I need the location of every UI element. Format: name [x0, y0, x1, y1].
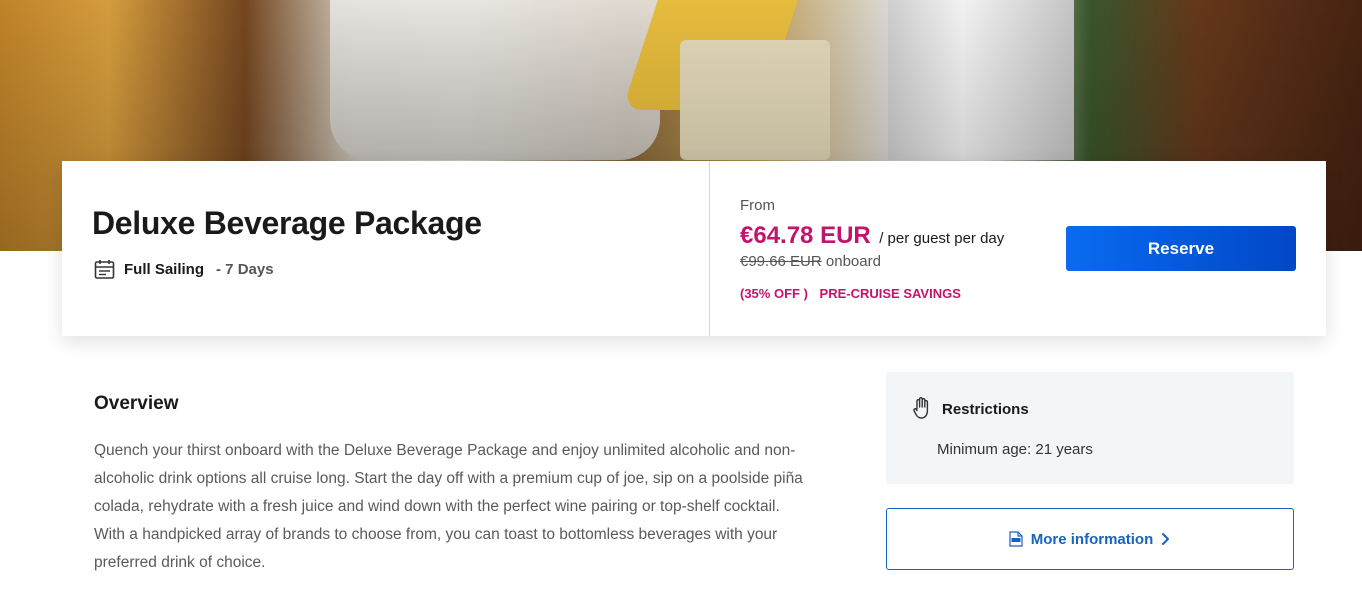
hero-glass [330, 0, 660, 160]
card-divider [709, 161, 710, 336]
product-card: Deluxe Beverage Package Full Sailing - 7… [62, 161, 1326, 336]
sailing-label: Full Sailing [124, 261, 205, 278]
pdf-icon [1009, 531, 1023, 547]
reserve-button[interactable]: Reserve [1066, 226, 1296, 271]
product-title: Deluxe Beverage Package [92, 205, 482, 241]
savings-label: PRE-CRUISE SAVINGS [819, 286, 961, 301]
discount-label: (35% OFF ) [740, 286, 808, 301]
savings-row: (35% OFF ) PRE-CRUISE SAVINGS [740, 286, 961, 301]
hand-icon [913, 397, 929, 419]
original-price: €99.66 EUR [740, 253, 822, 270]
chevron-right-icon [1162, 533, 1170, 545]
restrictions-heading: Restrictions [942, 401, 1029, 418]
duration-row: Full Sailing - 7 Days [94, 259, 274, 280]
price-value: €64.78 EUR [740, 222, 871, 249]
restrictions-text: Minimum age: 21 years [937, 441, 1093, 458]
overview-body: Quench your thirst onboard with the Delu… [94, 442, 803, 571]
hero-pineapple [622, 0, 798, 110]
price-row: €64.78 EUR / per guest per day [740, 222, 1004, 250]
more-information-label: More information [1030, 530, 1154, 548]
onboard-label: onboard [825, 253, 881, 270]
per-guest-label: / per guest per day [879, 230, 1005, 247]
calendar-icon [94, 260, 115, 279]
hero-can [888, 0, 1074, 160]
original-price-row: €99.66 EUR onboard [740, 253, 881, 270]
hero-bottle-label [680, 40, 830, 160]
overview-heading: Overview [94, 393, 179, 414]
restrictions-panel: Restrictions Minimum age: 21 years [886, 372, 1294, 484]
from-label: From [740, 197, 775, 214]
more-information-button[interactable]: More information [886, 508, 1294, 570]
days-label: - 7 Days [216, 261, 274, 278]
